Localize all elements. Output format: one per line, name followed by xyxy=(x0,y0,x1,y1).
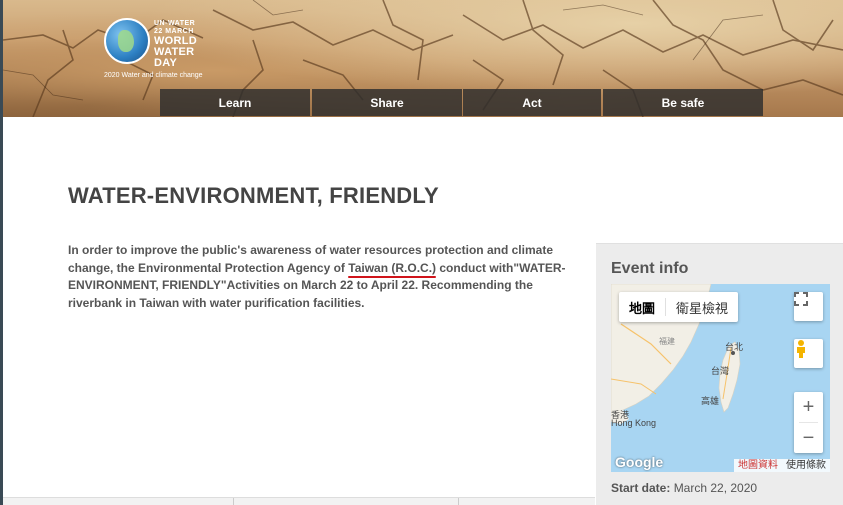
map-data-link[interactable]: 地圖資料 xyxy=(734,459,782,472)
map-type-map[interactable]: 地圖 xyxy=(619,292,665,322)
bottom-scroll-strip xyxy=(3,497,595,505)
nav-act[interactable]: Act xyxy=(463,89,601,116)
hero-banner: UN-WATER 22 MARCH WORLD WATER DAY 2020 W… xyxy=(3,0,843,117)
nav-share[interactable]: Share xyxy=(312,89,462,116)
highlighted-country: Taiwan (R.O.C.) xyxy=(348,260,437,275)
pegman-icon[interactable] xyxy=(794,339,823,368)
zoom-out-button[interactable]: − xyxy=(794,423,823,453)
map-type-control: 地圖 衛星檢視 xyxy=(619,292,739,322)
logo-line5: DAY xyxy=(154,57,178,69)
zoom-control: + − xyxy=(794,392,823,453)
fullscreen-icon[interactable] xyxy=(794,292,823,321)
logo-text: UN-WATER 22 MARCH WORLD WATER DAY xyxy=(154,20,197,69)
strip-divider xyxy=(458,498,459,505)
map-label-kaohsiung: 高雄 xyxy=(701,396,720,406)
start-date: Start date: March 22, 2020 xyxy=(611,481,757,495)
map-label-hongkong-en: Hong Kong xyxy=(611,418,657,428)
logo-caption: 2020 Water and climate change xyxy=(104,72,203,79)
strip-divider xyxy=(233,498,234,505)
google-map[interactable]: 地圖 衛星檢視 + − 福建 台北 台灣 高雄 香港 Hong Kong Goo… xyxy=(611,284,830,472)
nav-learn[interactable]: Learn xyxy=(160,89,310,116)
start-date-label: Start date: xyxy=(611,481,671,495)
map-label-taiwan: 台灣 xyxy=(711,366,730,376)
event-info-title: Event info xyxy=(611,260,689,277)
logo-line1: UN-WATER xyxy=(154,20,196,27)
event-info-card: Event info 地圖 衛星檢視 + − 福建 台北 台灣 高雄 香港 Ho… xyxy=(596,243,843,505)
world-water-day-logo[interactable]: UN-WATER 22 MARCH WORLD WATER DAY 2020 W… xyxy=(100,10,210,85)
globe-icon xyxy=(104,18,150,64)
page-title: WATER-ENVIRONMENT, FRIENDLY xyxy=(68,183,439,208)
zoom-in-button[interactable]: + xyxy=(794,392,823,422)
map-type-satellite[interactable]: 衛星檢視 xyxy=(666,292,738,322)
terms-link[interactable]: 使用條款 xyxy=(782,459,830,472)
map-footer: 地圖資料 使用條款 xyxy=(734,459,830,472)
map-label-fujian: 福建 xyxy=(659,337,675,346)
intro-paragraph: In order to improve the public's awarene… xyxy=(68,242,588,312)
map-label-taipei: 台北 xyxy=(725,342,744,352)
google-logo: Google xyxy=(615,454,664,470)
start-date-value: March 22, 2020 xyxy=(673,481,758,495)
nav-be-safe[interactable]: Be safe xyxy=(603,89,763,116)
